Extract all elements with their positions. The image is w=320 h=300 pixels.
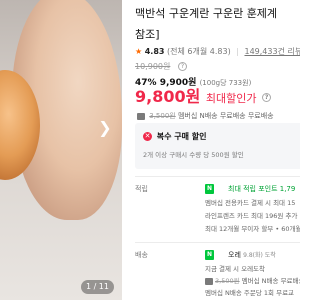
discount-badge-icon: ✕ xyxy=(143,132,152,141)
bulk-discount-desc: 2개 이상 구매시 수량 당 500원 할인 xyxy=(143,151,244,159)
delivery-badge: N xyxy=(205,250,215,260)
max-discount-label: 최대할인가 xyxy=(205,92,257,105)
product-info-panel: 맥반석 구운계란 구운란 훈제계 참조] ★ 4.83 (전체 6개월 4.83… xyxy=(130,0,300,300)
points-line-2: 라인프렌즈 카드 최대 196원 추가 xyxy=(205,212,298,220)
unit-price: (100g당 733원) xyxy=(199,79,252,87)
chevron-right-icon[interactable]: ❯ xyxy=(94,117,116,139)
delivery-line-1: 지금 결제 시 오레도착 xyxy=(205,265,266,273)
points-headline[interactable]: 최대 적립 포인트 1,79 xyxy=(228,184,295,194)
product-title: 맥반석 구운계란 구운란 훈제계 xyxy=(135,7,278,20)
delivery-headline: 오레 xyxy=(228,251,241,259)
delivery-strike: 3,500원 xyxy=(215,277,240,285)
price-info-icon[interactable]: ? xyxy=(178,62,187,71)
section-divider xyxy=(135,242,300,243)
max-discount-price: 9,800원 xyxy=(135,87,201,106)
max-discount-row: 9,800원 최대할인가 ? xyxy=(135,87,272,109)
max-discount-info-icon[interactable]: ? xyxy=(262,93,272,102)
truck-icon xyxy=(137,112,145,120)
section-divider xyxy=(135,176,300,177)
shipping-fee-note: 멤버십 N배송 무료배송 무료배송 xyxy=(177,112,274,120)
rating-detail: (전체 6개월 4.83) xyxy=(167,47,231,56)
naver-pay-badge: N xyxy=(205,184,215,194)
image-counter: 1 / 11 xyxy=(80,280,114,294)
shipping-fee-row: 3,500원 멤버십 N배송 무료배송 무료배송 xyxy=(135,111,274,121)
bulk-discount-title-row: ✕ 복수 구매 할인 xyxy=(143,131,207,142)
bulk-discount-title: 복수 구매 할인 xyxy=(156,132,207,141)
delivery-line-3: 멤버십 N배송 주문당 1회 무료교 xyxy=(205,289,295,297)
bulk-discount-box[interactable]: ✕ 복수 구매 할인 2개 이상 구매시 수량 당 500원 할인 xyxy=(135,123,300,169)
points-line-1: 멤버십 전용카드 결제 시 최대 15 xyxy=(205,199,296,207)
product-title-line2: 참조] xyxy=(135,28,160,41)
shipping-fee-strike: 3,500원 xyxy=(149,112,176,120)
rating-value: 4.83 xyxy=(144,47,165,56)
points-line-3: 최대 12개월 무이자 할부 • 60개월 xyxy=(205,225,300,233)
delivery-line-2: 3,500원 멤버십 N배송 무료배송 xyxy=(205,276,300,286)
original-price: 10,900원 xyxy=(135,62,171,71)
review-count-link[interactable]: 149,433건 리뷰 xyxy=(244,47,300,56)
delivery-headline-row: 오레 9.8(화) 도착 xyxy=(228,250,276,260)
delivery-date: 9.8(화) 도착 xyxy=(243,252,276,259)
rating-row: ★ 4.83 (전체 6개월 4.83) | 149,433건 리뷰 xyxy=(135,46,300,58)
star-icon: ★ xyxy=(135,47,143,56)
rating-separator: | xyxy=(236,47,239,56)
truck-icon xyxy=(205,277,213,285)
points-label: 적립 xyxy=(135,185,148,193)
delivery-line-2-text: 멤버십 N배송 무료배송 xyxy=(241,277,300,285)
product-image[interactable]: ❯ 1 / 11 xyxy=(0,0,122,300)
delivery-label: 배송 xyxy=(135,251,148,259)
